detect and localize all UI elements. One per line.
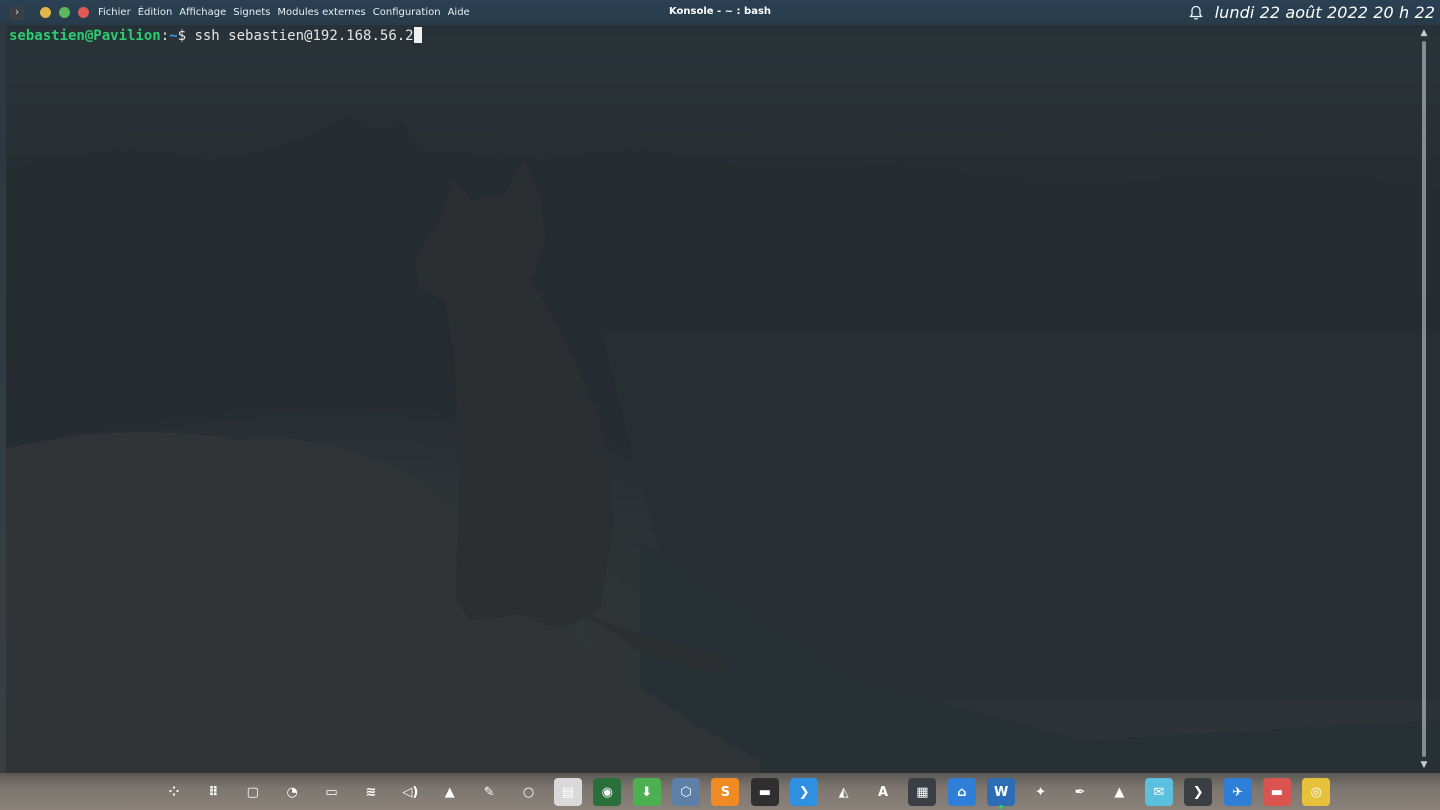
pen-icon-glyph: ✎ [483, 784, 495, 800]
mail-icon-glyph: ✉ [1153, 784, 1165, 800]
gimp-icon-glyph: ✦ [1035, 784, 1047, 800]
network-icon-glyph: ✈ [1232, 784, 1243, 800]
installer-icon[interactable]: ⬇ [632, 778, 661, 806]
menu-affichage[interactable]: Affichage [179, 7, 226, 18]
menu-fichier[interactable]: Fichier [98, 7, 131, 18]
vscode-icon-glyph: ❯ [798, 784, 810, 800]
system-monitor-icon[interactable]: ◭ [830, 778, 858, 806]
activities-icon-glyph: ⁘ [168, 784, 180, 800]
dock: ⁘ ⠿ ▢ ◔ ▭ ≋ ◁) ▲ ✎ ○ ▤ ◉ ⬇ ⬡ S ▬ ❯ ◭ A ▦ ⌂ W ✦ ✒ ▲ ✉ ❯ ✈ ▬ ◎ [0, 773, 1440, 810]
running-indicator [999, 805, 1004, 809]
konsole-icon-glyph: ❯ [1192, 784, 1204, 800]
circle-icon[interactable]: ○ [515, 778, 543, 806]
clock[interactable]: lundi 22 août 2022 20 h 22 [1215, 3, 1435, 22]
menu-configuration[interactable]: Configuration [373, 7, 441, 18]
store-icon-glyph: ⌂ [957, 784, 967, 800]
font-viewer-icon-glyph: A [878, 784, 889, 800]
sublime-icon[interactable]: S [711, 778, 740, 806]
chrome-icon-glyph: ◎ [1310, 784, 1322, 800]
calculator-icon[interactable]: ▦ [908, 778, 937, 806]
text-cursor [413, 27, 422, 43]
vlc-icon[interactable]: ▲ [1105, 778, 1133, 806]
inkscape-icon[interactable]: ✒ [1066, 778, 1094, 806]
word-processor-icon[interactable]: W [987, 778, 1016, 809]
prompt-symbol: $ [177, 28, 195, 44]
menu-edition[interactable]: Édition [138, 7, 173, 18]
prompt-path: ~ [169, 28, 178, 44]
tray-expand-icon-glyph: ▲ [444, 784, 455, 800]
menu-modules-externes[interactable]: Modules externes [277, 7, 365, 18]
konsole-icon[interactable]: ❯ [1184, 778, 1213, 806]
sublime-icon-glyph: S [720, 784, 731, 800]
scroll-down-arrow-icon[interactable]: ▼ [1418, 759, 1430, 771]
virtualbox-icon[interactable]: ⬡ [672, 778, 701, 806]
menu-aide[interactable]: Aide [448, 7, 470, 18]
store-icon[interactable]: ⌂ [947, 778, 976, 806]
circle-icon-glyph: ○ [522, 784, 535, 800]
gimp-icon[interactable]: ✦ [1027, 778, 1055, 806]
archive-icon-glyph: ▬ [1270, 784, 1284, 800]
maximize-button[interactable] [59, 7, 70, 18]
system-monitor-icon-glyph: ◭ [838, 784, 849, 800]
lightbulb-icon[interactable]: ◔ [278, 778, 306, 806]
scroll-thumb[interactable] [1422, 41, 1426, 757]
scroll-up-arrow-icon[interactable]: ▲ [1418, 27, 1430, 39]
activities-icon[interactable]: ⁘ [160, 778, 188, 806]
word-processor-icon-glyph: W [994, 784, 1009, 800]
globe-icon[interactable]: ◉ [593, 778, 622, 806]
pen-icon[interactable]: ✎ [475, 778, 503, 806]
network-icon[interactable]: ✈ [1223, 778, 1252, 806]
battery-icon-glyph: ▭ [325, 784, 338, 800]
archive-icon[interactable]: ▬ [1262, 778, 1291, 806]
window-buttons [40, 7, 89, 18]
menu-signets[interactable]: Signets [233, 7, 270, 18]
minimize-button[interactable] [40, 7, 51, 18]
dock-items: ⁘ ⠿ ▢ ◔ ▭ ≋ ◁) ▲ ✎ ○ ▤ ◉ ⬇ ⬡ S ▬ ❯ ◭ A ▦ ⌂ W ✦ ✒ ▲ ✉ ❯ ✈ ▬ ◎ [160, 778, 1342, 809]
volume-icon-glyph: ◁) [402, 784, 419, 800]
show-desktop-icon[interactable]: ▢ [239, 778, 267, 806]
installer-icon-glyph: ⬇ [641, 784, 653, 800]
app-grid-icon[interactable]: ⠿ [199, 778, 227, 806]
mail-icon[interactable]: ✉ [1144, 778, 1173, 806]
font-viewer-icon[interactable]: A [869, 778, 897, 806]
prompt-user-host: sebastien@Pavilion [9, 28, 161, 44]
bell-icon[interactable] [1187, 4, 1205, 22]
konsole-icon[interactable]: › [10, 5, 24, 20]
show-desktop-icon-glyph: ▢ [246, 784, 259, 800]
menu-bar: Fichier Édition Affichage Signets Module… [98, 7, 470, 18]
terminal-dark-icon[interactable]: ▬ [750, 778, 779, 806]
prompt-line: sebastien@Pavilion:~$ ssh sebastien@192.… [9, 27, 422, 45]
files-icon[interactable]: ▤ [553, 778, 582, 806]
terminal-area[interactable]: sebastien@Pavilion:~$ ssh sebastien@192.… [0, 25, 1440, 773]
volume-icon[interactable]: ◁) [396, 778, 424, 806]
prompt-separator: : [160, 28, 170, 44]
inkscape-icon-glyph: ✒ [1074, 784, 1086, 800]
chrome-icon[interactable]: ◎ [1302, 778, 1331, 806]
scrollbar[interactable]: ▲ ▼ [1416, 25, 1432, 773]
files-icon-glyph: ▤ [561, 784, 575, 800]
top-panel-right: lundi 22 août 2022 20 h 22 [1187, 0, 1435, 25]
calculator-icon-glyph: ▦ [916, 784, 929, 800]
app-grid-icon-glyph: ⠿ [208, 784, 219, 800]
close-button[interactable] [78, 7, 89, 18]
battery-icon[interactable]: ▭ [318, 778, 346, 806]
command-input[interactable]: ssh sebastien@192.168.56.2 [194, 28, 413, 44]
terminal-dark-icon-glyph: ▬ [758, 784, 771, 800]
wifi-icon[interactable]: ≋ [357, 778, 385, 806]
title-bar: › Fichier Édition Affichage Signets Modu… [0, 0, 1440, 25]
tray-expand-icon[interactable]: ▲ [436, 778, 464, 806]
lightbulb-icon-glyph: ◔ [286, 784, 298, 800]
globe-icon-glyph: ◉ [601, 784, 613, 800]
vscode-icon[interactable]: ❯ [790, 778, 819, 806]
vlc-icon-glyph: ▲ [1114, 784, 1125, 800]
wifi-icon-glyph: ≋ [365, 784, 377, 800]
virtualbox-icon-glyph: ⬡ [680, 784, 692, 800]
